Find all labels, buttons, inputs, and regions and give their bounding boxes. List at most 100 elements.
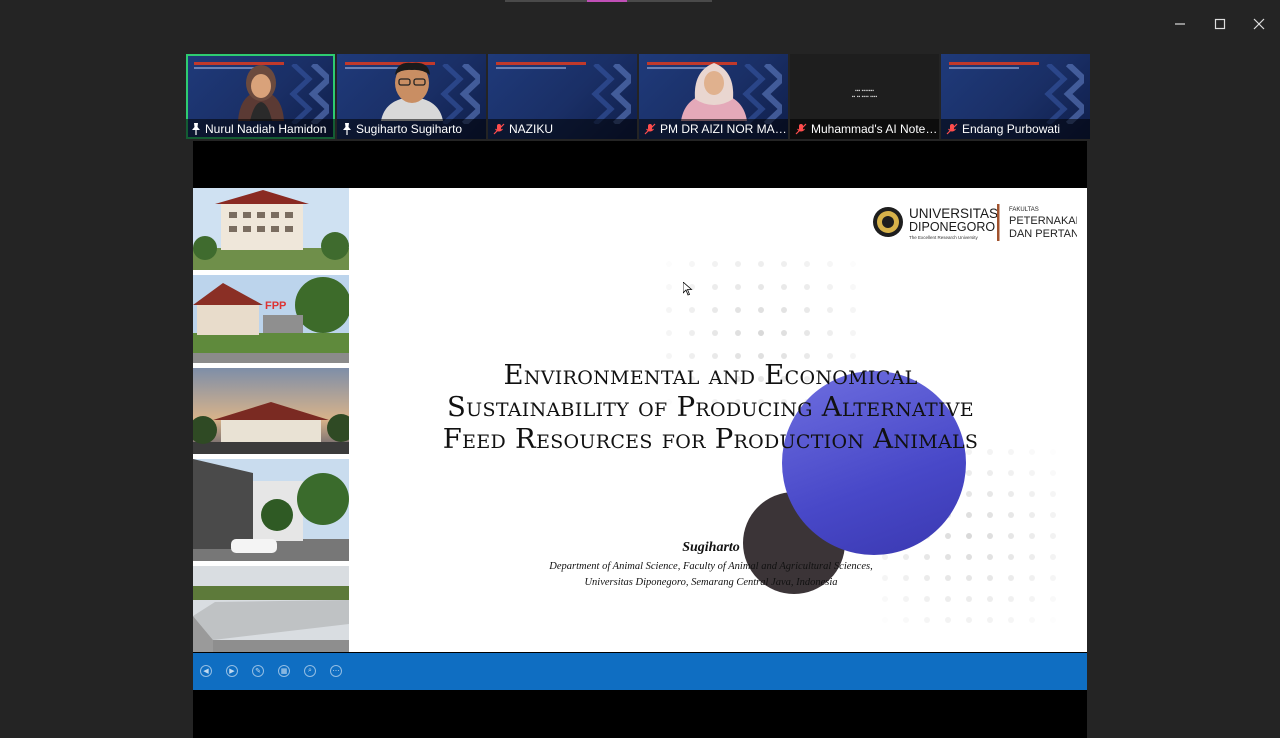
participant-name: Muhammad's AI Noteta...	[811, 122, 939, 136]
slide-author: Sugiharto	[682, 540, 740, 555]
previous-icon: ◀	[203, 668, 209, 675]
decorative-dot	[1008, 575, 1014, 581]
slide-affiliation: Department of Animal Science, Faculty of…	[443, 559, 979, 591]
decorative-dot	[903, 617, 909, 623]
decorative-dot	[689, 261, 695, 267]
mic-muted-icon[interactable]	[644, 123, 656, 135]
decorative-dot	[781, 307, 787, 313]
pen-tool-button[interactable]: ✎	[252, 665, 264, 677]
decorative-dot	[1050, 533, 1056, 539]
close-button[interactable]	[1244, 10, 1274, 38]
decorative-dot	[666, 330, 672, 336]
decorative-dot	[850, 307, 856, 313]
decorative-dot	[1050, 575, 1056, 581]
participant-label-bar: NAZIKU	[488, 119, 637, 139]
parking-building-photo	[193, 459, 349, 561]
participant-name: PM DR AIZI NOR MAZIL...	[660, 122, 788, 136]
slides-icon: ▦	[280, 668, 288, 675]
decorative-dot	[1029, 470, 1035, 476]
maximize-button[interactable]	[1205, 10, 1235, 38]
decorative-dot	[1029, 449, 1035, 455]
decorative-dot	[804, 307, 810, 313]
decorative-dot	[827, 330, 833, 336]
decorative-dot	[758, 261, 764, 267]
pen-icon: ✎	[255, 668, 261, 675]
top-strip-accent	[587, 0, 627, 2]
tile-banner	[496, 62, 586, 65]
pin-icon[interactable]	[342, 123, 352, 135]
decorative-dot	[827, 307, 833, 313]
close-icon	[1253, 18, 1265, 30]
decorative-dot	[1008, 512, 1014, 518]
pin-icon[interactable]	[191, 123, 201, 135]
decorative-dot	[712, 330, 718, 336]
decorative-dot	[827, 261, 833, 267]
decorative-dot	[987, 533, 993, 539]
next-slide-button[interactable]: ▶	[226, 665, 238, 677]
decorative-dot	[850, 261, 856, 267]
decorative-dot	[735, 330, 741, 336]
participant-gallery: Nurul Nadiah Hamidon Sugiharto Sugiharto…	[186, 54, 1093, 139]
mic-muted-icon[interactable]	[795, 123, 807, 135]
sunset-building-photo	[193, 368, 355, 454]
slide-title: Environmental and Economical Sustainabil…	[442, 359, 979, 455]
more-options-button[interactable]: ⋯	[330, 665, 342, 677]
decorative-dot	[689, 330, 695, 336]
decorative-dot	[1008, 533, 1014, 539]
tile-banner-subline	[949, 67, 1019, 69]
participant-label-bar: PM DR AIZI NOR MAZIL...	[639, 119, 788, 139]
zoom-button[interactable]: ⌕	[304, 665, 316, 677]
decorative-dot	[966, 470, 972, 476]
decorative-dot	[1008, 449, 1014, 455]
affiliation-line-2: Universitas Diponegoro, Semarang Central…	[584, 577, 838, 588]
decorative-dot	[966, 617, 972, 623]
slideshow-control-bar: ◀ ▶ ✎ ▦ ⌕ ⋯	[193, 653, 1087, 690]
decorative-dot	[1008, 617, 1014, 623]
participant-tile[interactable]: ▪▪▪ ▪▪▪▪▪▪▪ ▪▪ ▪▪ ▪▪▪▪ ▪▪▪▪ Muhammad's AI…	[790, 54, 939, 139]
decorative-dot	[1050, 617, 1056, 623]
decorative-dot	[804, 261, 810, 267]
participant-tile[interactable]: NAZIKU	[488, 54, 637, 139]
decorative-dot	[1008, 554, 1014, 560]
university-tagline: The Excellent Research University	[909, 235, 979, 240]
minimize-button[interactable]	[1165, 10, 1195, 38]
see-all-slides-button[interactable]: ▦	[278, 665, 290, 677]
decorative-dot	[804, 330, 810, 336]
decorative-dot	[966, 596, 972, 602]
tile-banner-subline	[496, 67, 566, 69]
decorative-dot	[1029, 533, 1035, 539]
photo-sign-text: FPP	[265, 300, 286, 312]
decorative-dot	[758, 330, 764, 336]
mic-muted-icon[interactable]	[493, 123, 505, 135]
faculty-label: FAKULTAS	[1009, 207, 1039, 213]
previous-slide-button[interactable]: ◀	[200, 665, 212, 677]
decorative-dot	[945, 617, 951, 623]
participant-label-bar: Nurul Nadiah Hamidon	[186, 119, 335, 139]
decorative-dot	[1050, 596, 1056, 602]
decorative-dot	[850, 284, 856, 290]
mic-muted-icon[interactable]	[946, 123, 958, 135]
decorative-dot	[1029, 512, 1035, 518]
decorative-dot	[1029, 617, 1035, 623]
shared-screen: FPP UNIVERSITAS DIPONEGORO The Excellent…	[193, 141, 1087, 738]
decorative-dot	[1050, 491, 1056, 497]
livestock-barn-photo	[193, 566, 349, 652]
faculty-name-line1: PETERNAKAN	[1009, 215, 1077, 227]
decorative-dot	[924, 596, 930, 602]
decorative-dot	[1008, 596, 1014, 602]
participant-tile[interactable]: PM DR AIZI NOR MAZIL...	[639, 54, 788, 139]
participant-tile[interactable]: Nurul Nadiah Hamidon	[186, 54, 335, 139]
decorative-dot	[781, 330, 787, 336]
decorative-dot	[666, 284, 672, 290]
participant-tile[interactable]: Endang Purbowati	[941, 54, 1090, 139]
participant-label-bar: Endang Purbowati	[941, 119, 1090, 139]
decorative-dot	[1008, 470, 1014, 476]
participant-name: Nurul Nadiah Hamidon	[205, 122, 327, 136]
decorative-dot	[781, 284, 787, 290]
participant-tile[interactable]: Sugiharto Sugiharto	[337, 54, 486, 139]
decorative-dot	[735, 307, 741, 313]
decorative-dot	[1050, 554, 1056, 560]
decorative-dot	[666, 261, 672, 267]
decorative-dot	[781, 261, 787, 267]
next-icon: ▶	[229, 668, 235, 675]
